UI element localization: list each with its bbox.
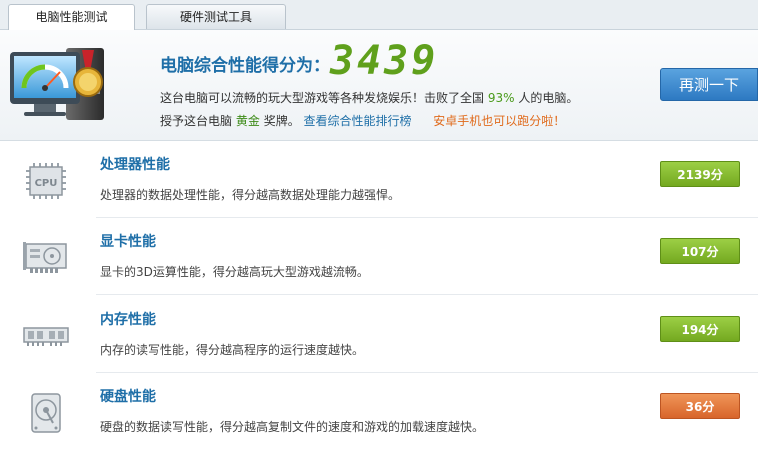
item-description: 硬盘的数据读写性能，得分越高复制文件的速度和游戏的加载速度越快。 [100,420,485,434]
cpu-icon: CPU [26,163,66,199]
cpu-icon-label: CPU [35,178,58,189]
score-badge: 36分 [660,393,740,419]
tab-performance-test[interactable]: 电脑性能测试 [8,4,135,30]
item-description: 显卡的3D运算性能，得分越高玩大型游戏越流畅。 [100,265,369,279]
score-badge: 107分 [660,238,740,264]
award-suffix: 奖牌。 [263,114,300,128]
row-divider [96,294,758,295]
item-title: 处理器性能 [100,157,170,173]
item-description: 内存的读写性能，得分越高程序的运行速度越快。 [100,343,365,357]
tab-hardware-tools[interactable]: 硬件测试工具 [146,4,286,29]
score-summary: 这台电脑可以流畅的玩大型游戏等各种发烧娱乐！击败了全国 93% 人的电脑。 [160,89,578,106]
beat-percentage: 93% [487,91,515,105]
hard-disk-icon [31,393,61,433]
score-badge: 2139分 [660,161,740,187]
list-item-memory: 内存性能 内存的读写性能，得分越高程序的运行速度越快。 194分 [0,296,758,373]
graphics-card-icon [23,242,67,273]
item-title: 硬盘性能 [100,389,156,405]
list-item-cpu: CPU 处理器性能 处理器的数据处理性能，得分越高数据处理能力越强悍。 2139… [0,141,758,218]
summary-prefix: 这台电脑可以流畅的玩大型游戏等各种发烧娱乐！击败了全国 [160,91,485,105]
list-item-harddisk: 硬盘性能 硬盘的数据读写性能，得分越高复制文件的速度和游戏的加载速度越快。 36… [0,373,758,450]
score-title: 电脑综合性能得分为： [160,56,330,76]
android-benchmark-link[interactable]: 安卓手机也可以跑分啦！ [433,114,565,128]
ranking-link[interactable]: 查看综合性能排行榜 [304,114,412,128]
score-badge: 194分 [660,316,740,342]
score-header: 电脑综合性能得分为： 3439 这台电脑可以流畅的玩大型游戏等各种发烧娱乐！击败… [0,30,758,141]
award-level: 黄金 [235,114,260,128]
award-prefix: 授予这台电脑 [160,114,233,128]
list-item-graphics: 显卡性能 显卡的3D运算性能，得分越高玩大型游戏越流畅。 107分 [0,218,758,295]
summary-suffix: 人的电脑。 [518,91,579,105]
memory-icon [23,327,69,346]
item-title: 内存性能 [100,312,156,328]
monitor-gauge-medal-icon [10,48,104,120]
retest-button[interactable]: 再测一下 [660,68,758,101]
item-title: 显卡性能 [100,234,156,250]
overall-score: 3439 [330,38,439,84]
item-description: 处理器的数据处理性能，得分越高数据处理能力越强悍。 [100,188,401,202]
award-line: 授予这台电脑 黄金 奖牌。 查看综合性能排行榜 安卓手机也可以跑分啦！ [160,112,565,129]
tab-bar: 电脑性能测试 硬件测试工具 [0,0,758,30]
